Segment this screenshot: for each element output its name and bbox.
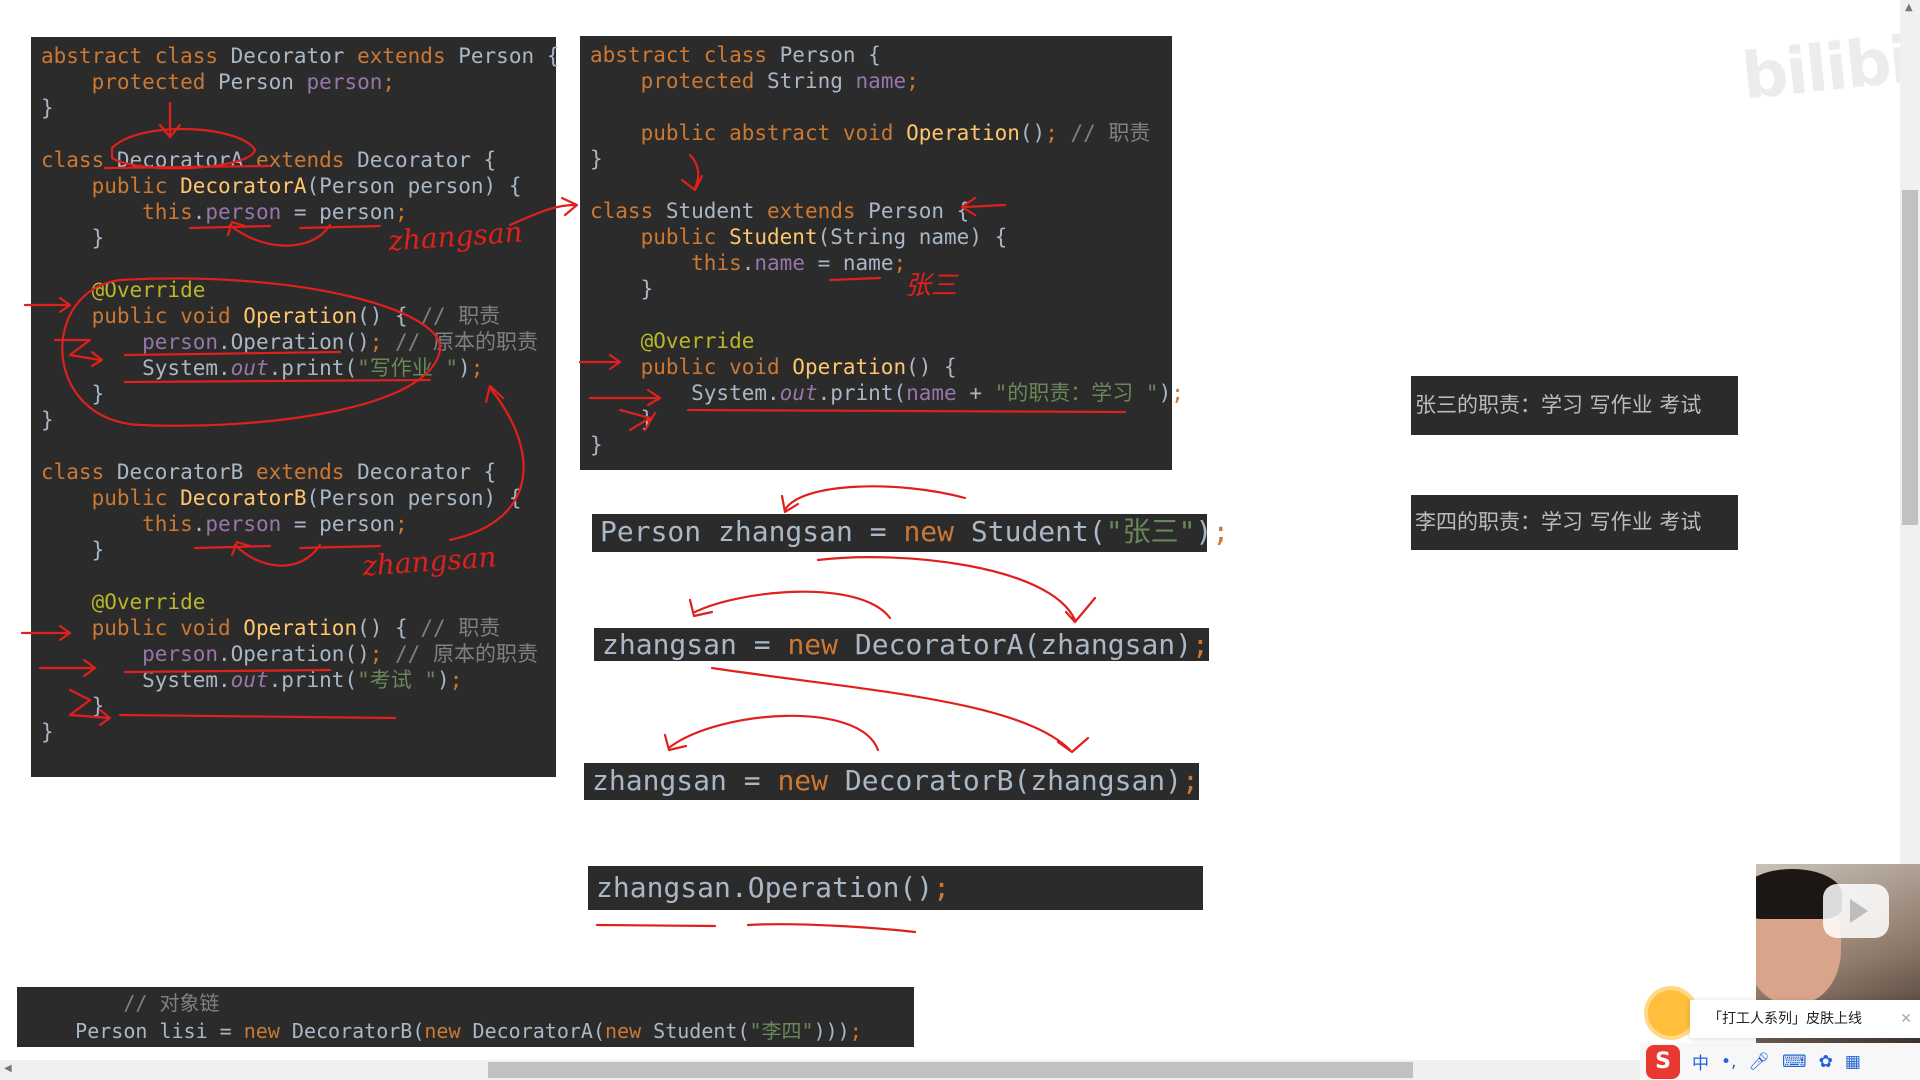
code-line: } — [41, 538, 105, 562]
horizontal-scrollbar[interactable]: ◀ — [0, 1060, 1900, 1080]
code-line: Person lisi = new DecoratorB(new Decorat… — [27, 1019, 862, 1043]
underline-operation-1 — [595, 923, 717, 928]
code-line: this.person = person; — [142, 200, 408, 224]
curve-statement2-up — [688, 590, 892, 620]
code-line: } — [590, 277, 654, 301]
code-line: abstract class Decorator extends Person … — [41, 44, 560, 68]
code-line: } — [590, 433, 603, 457]
horizontal-scroll-thumb[interactable] — [488, 1062, 1413, 1078]
code-line: } — [590, 147, 603, 171]
code-line: System.out.print(name + "的职责：学习 "); — [590, 381, 1184, 405]
code-line: public Student(String name) { — [640, 225, 1008, 249]
skin-promo-toast[interactable]: 「打工人系列」皮肤上线 ✕ — [1690, 1000, 1920, 1038]
code-line: } — [41, 694, 105, 718]
decorator-code-panel: abstract class Decorator extends Person … — [31, 37, 560, 777]
code-line: @Override — [91, 278, 206, 302]
code-line: } — [41, 408, 54, 432]
code-line: public DecoratorA(Person person) { — [91, 174, 522, 198]
bilibili-watermark: bilibili — [1738, 19, 1920, 115]
code-line: public void Operation() { // 职责 — [91, 616, 501, 640]
toast-text: 「打工人系列」皮肤上线 — [1708, 1011, 1862, 1027]
scroll-left-icon[interactable]: ◀ — [4, 1063, 12, 1074]
code-line: public void Operation() { — [640, 355, 957, 379]
code-line: } — [41, 720, 54, 744]
close-icon[interactable]: ✕ — [1900, 1000, 1912, 1038]
code-line: public DecoratorB(Person person) { — [91, 486, 522, 510]
code-line: } — [41, 96, 54, 120]
code-line: class DecoratorB extends Decorator { — [41, 460, 497, 484]
code-line: @Override — [640, 329, 755, 353]
skin-icon[interactable]: ✿ — [1819, 1052, 1833, 1072]
sogou-logo-icon[interactable]: S — [1646, 1044, 1680, 1079]
code-line: class DecoratorA extends Decorator { — [41, 148, 497, 172]
vertical-scroll-thumb[interactable] — [1902, 190, 1918, 525]
code-line: person.Operation(); // 原本的职责 — [142, 330, 538, 354]
ime-toolbar[interactable]: S 中 •, 🎤︎ ⌨ ✿ ▦ — [1640, 1043, 1920, 1080]
code-line: // 对象链 — [123, 991, 220, 1015]
keyboard-icon[interactable]: ⌨ — [1782, 1052, 1807, 1072]
statement-new-student: Person zhangsan = new Student("张三"); — [592, 514, 1229, 552]
code-line: public void Operation() { // 职责 — [91, 304, 501, 328]
output-lisi: 李四的职责：学习 写作业 考试 — [1411, 495, 1738, 550]
person-code-panel: abstract class Person { protected String… — [580, 36, 1184, 470]
curve-statement1 — [780, 485, 967, 514]
code-line: protected String name; — [640, 69, 919, 93]
grid-menu-icon[interactable]: ▦ — [1845, 1052, 1861, 1072]
curve-statement1-down — [816, 556, 1097, 624]
code-line: public abstract void Operation(); // 职责 — [640, 121, 1151, 145]
underline-operation-2 — [746, 923, 917, 934]
code-line: abstract class Person { — [590, 43, 881, 67]
code-line: @Override — [91, 590, 206, 614]
code-line: protected Person person; — [91, 70, 396, 94]
code-line: class Student extends Person { — [590, 199, 970, 223]
code-line: System.out.print("写作业 "); — [41, 356, 484, 380]
code-line: this.person = person; — [142, 512, 408, 536]
scroll-up-icon[interactable]: ▲ — [1905, 2, 1913, 13]
curve-statement2-down — [710, 666, 1090, 754]
play-icon[interactable] — [1823, 884, 1889, 938]
code-line: System.out.print("考试 "); — [41, 668, 463, 692]
microphone-icon[interactable]: 🎤︎ — [1748, 1052, 1770, 1072]
statement-operation: zhangsan.Operation(); — [588, 866, 1203, 910]
code-line: } — [590, 407, 654, 431]
sun-mascot-icon — [1648, 990, 1694, 1036]
ime-punctuation[interactable]: •, — [1721, 1052, 1736, 1072]
curve-statement3-up — [663, 714, 880, 752]
ime-language[interactable]: 中 — [1692, 1049, 1709, 1074]
code-line: } — [41, 226, 105, 250]
code-line: person.Operation(); // 原本的职责 — [142, 642, 538, 666]
annotation-zhangsan-cn: 张三 — [905, 271, 958, 301]
code-line: this.name = name; — [691, 251, 907, 275]
output-zhangsan: 张三的职责：学习 写作业 考试 — [1411, 376, 1738, 435]
statement-decorator-a: zhangsan = new DecoratorA(zhangsan); — [594, 628, 1209, 661]
code-line: } — [41, 382, 105, 406]
statement-decorator-b: zhangsan = new DecoratorB(zhangsan); — [584, 763, 1199, 800]
object-chain-code: // 对象链 Person lisi = new DecoratorB(new … — [17, 987, 914, 1047]
